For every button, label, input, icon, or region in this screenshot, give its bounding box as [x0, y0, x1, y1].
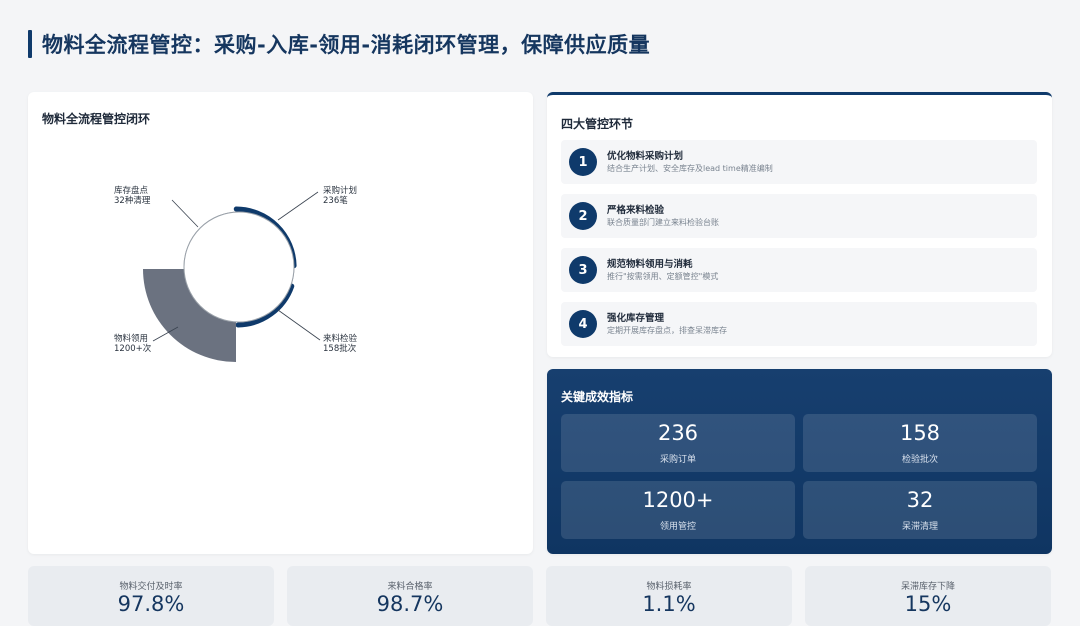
kpi-label: 采购订单: [659, 455, 696, 465]
stat-card-pass-rate: 来料合格率 98.7%: [287, 566, 533, 626]
stat-card-delivery: 物料交付及时率 97.8%: [28, 566, 274, 626]
stat-value: 98.7%: [376, 592, 444, 616]
step-description: 联合质量部门建立来料检验台账: [607, 218, 719, 227]
step-item: 1 优化物料采购计划 结合生产计划、安全库存及lead time精准编制: [561, 140, 1037, 184]
kpi-value: 32: [906, 488, 934, 512]
kpi-value: 158: [899, 421, 941, 445]
step-description: 推行"按需领用、定额管控"模式: [607, 272, 719, 281]
stat-card-loss-rate: 物料损耗率 1.1%: [546, 566, 792, 626]
step-item: 3 规范物料领用与消耗 推行"按需领用、定额管控"模式: [561, 248, 1037, 292]
label-usage-name: 物料领用: [114, 334, 149, 344]
label-usage-detail: 1200+次: [114, 344, 152, 354]
stat-value: 1.1%: [642, 592, 696, 616]
stat-card-stock-decrease: 呆滞库存下降 15%: [805, 566, 1051, 626]
stat-label: 呆滞库存下降: [900, 582, 955, 592]
label-inventory-name: 库存盘点: [114, 186, 149, 196]
wedge-inner-cutout: [184, 212, 294, 322]
stat-value: 15%: [904, 592, 952, 616]
step-item: 4 强化库存管理 定期开展库存盘点，排查呆滞库存: [561, 302, 1037, 346]
title-accent-bar: [28, 30, 32, 58]
step-number: 2: [569, 202, 597, 230]
kpi-tile: 236 采购订单: [561, 414, 795, 472]
leader-inspection: [277, 309, 321, 341]
stat-label: 来料合格率: [387, 582, 433, 592]
steps-card-title: 四大管控环节: [561, 117, 634, 131]
label-inspection-name: 来料检验: [323, 334, 358, 344]
step-number: 3: [569, 256, 597, 284]
step-description: 结合生产计划、安全库存及lead time精准编制: [607, 164, 773, 173]
page-header: 物料全流程管控：采购-入库-领用-消耗闭环管理，保障供应质量: [28, 30, 650, 58]
leader-inventory: [171, 199, 199, 228]
label-usage: 物料领用 1200+次: [114, 334, 151, 354]
kpi-label: 检验批次: [901, 455, 938, 465]
steps-card: 四大管控环节 1 优化物料采购计划 结合生产计划、安全库存及lead time精…: [547, 92, 1052, 357]
label-purchase-detail: 236笔: [323, 196, 348, 206]
label-purchase: 采购计划 236笔: [323, 186, 357, 206]
kpi-label: 呆滞清理: [901, 522, 938, 532]
kpi-value: 236: [657, 421, 699, 445]
label-inventory-detail: 32种清理: [114, 196, 151, 206]
stat-label: 物料交付及时率: [119, 582, 183, 592]
kpi-tile: 32 呆滞清理: [803, 481, 1037, 539]
step-title: 强化库存管理: [607, 313, 665, 324]
loop-card: 物料全流程管控闭环 采购计划 236笔 来料检验 158批次 物料领用 1200…: [28, 92, 533, 554]
label-purchase-name: 采购计划: [323, 186, 358, 196]
step-item: 2 严格来料检验 联合质量部门建立来料检验台账: [561, 194, 1037, 238]
loop-diagram: [143, 191, 321, 362]
stat-value: 97.8%: [117, 592, 185, 616]
leader-purchase: [277, 191, 319, 221]
step-description: 定期开展库存盘点，排查呆滞库存: [607, 326, 727, 335]
step-title: 规范物料领用与消耗: [607, 259, 693, 270]
stat-label: 物料损耗率: [646, 582, 692, 592]
kpi-tile: 1200+ 领用管控: [561, 481, 795, 539]
label-inspection: 来料检验 158批次: [323, 334, 357, 354]
kpi-value: 1200+: [642, 488, 714, 512]
step-title: 优化物料采购计划: [607, 151, 684, 162]
page-title: 物料全流程管控：采购-入库-领用-消耗闭环管理，保障供应质量: [42, 33, 651, 57]
label-inspection-detail: 158批次: [323, 344, 357, 354]
step-number: 1: [569, 148, 597, 176]
step-title: 严格来料检验: [607, 205, 665, 216]
kpi-card-title: 关键成效指标: [561, 390, 634, 404]
kpi-tile: 158 检验批次: [803, 414, 1037, 472]
kpi-card: 关键成效指标 236 采购订单 158 检验批次 1200+ 领用管控 32 呆…: [547, 369, 1052, 554]
step-number: 4: [569, 310, 597, 338]
label-inventory: 库存盘点 32种清理: [114, 186, 150, 206]
kpi-label: 领用管控: [659, 522, 696, 532]
